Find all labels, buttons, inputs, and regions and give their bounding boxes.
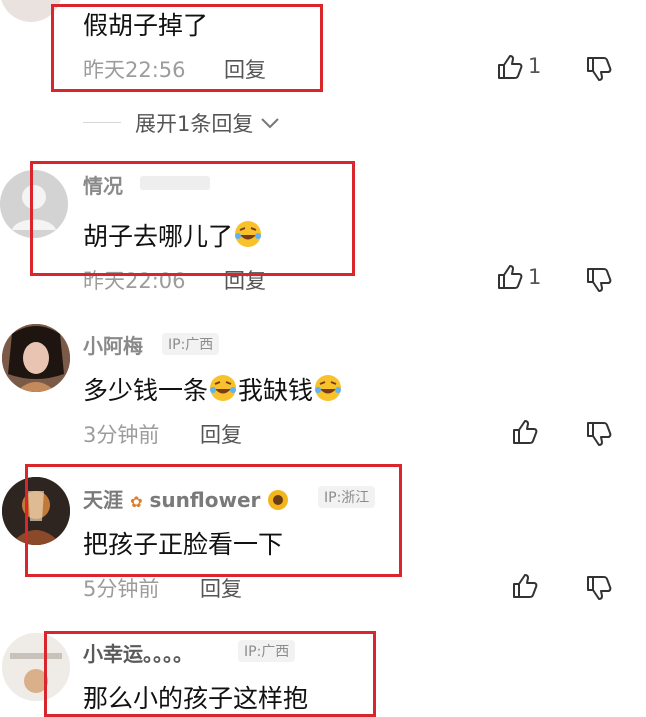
comment-text-part: 我缺钱 xyxy=(238,376,314,405)
highlight-box xyxy=(30,161,355,276)
like-count: 1 xyxy=(528,54,542,78)
laughing-crying-emoji-icon xyxy=(210,375,237,401)
thumbs-up-icon[interactable] xyxy=(510,417,540,447)
highlight-box xyxy=(51,4,323,92)
thumbs-down-icon[interactable] xyxy=(584,419,614,449)
reply-button[interactable]: 回复 xyxy=(200,573,242,603)
divider xyxy=(83,122,121,123)
reply-button[interactable]: 回复 xyxy=(200,419,242,449)
user-photo xyxy=(2,324,70,392)
comment-time: 5分钟前 xyxy=(83,577,160,601)
comment-text-part: 多少钱一条 xyxy=(83,376,209,405)
thumbs-down-icon[interactable] xyxy=(584,265,614,295)
thumbs-down-icon[interactable] xyxy=(584,573,614,603)
comment-text: 多少钱一条 我缺钱 xyxy=(83,371,343,407)
avatar[interactable] xyxy=(2,324,70,392)
username[interactable]: 小阿梅 xyxy=(83,330,143,359)
comment-time: 3分钟前 xyxy=(83,423,160,447)
thumbs-down-icon[interactable] xyxy=(584,54,614,84)
like-count: 1 xyxy=(528,265,542,289)
laughing-crying-emoji-icon xyxy=(315,375,342,401)
ip-location-badge: IP:广西 xyxy=(162,333,220,355)
thumbs-up-icon[interactable] xyxy=(510,571,540,601)
expand-replies-button[interactable]: 展开1条回复 xyxy=(135,108,280,138)
thumbs-up-icon[interactable] xyxy=(495,52,525,82)
expand-replies-label: 展开1条回复 xyxy=(135,112,254,136)
highlight-box xyxy=(44,631,376,717)
chevron-down-icon xyxy=(261,118,279,129)
thumbs-up-icon[interactable] xyxy=(495,262,525,292)
highlight-box xyxy=(25,464,402,577)
